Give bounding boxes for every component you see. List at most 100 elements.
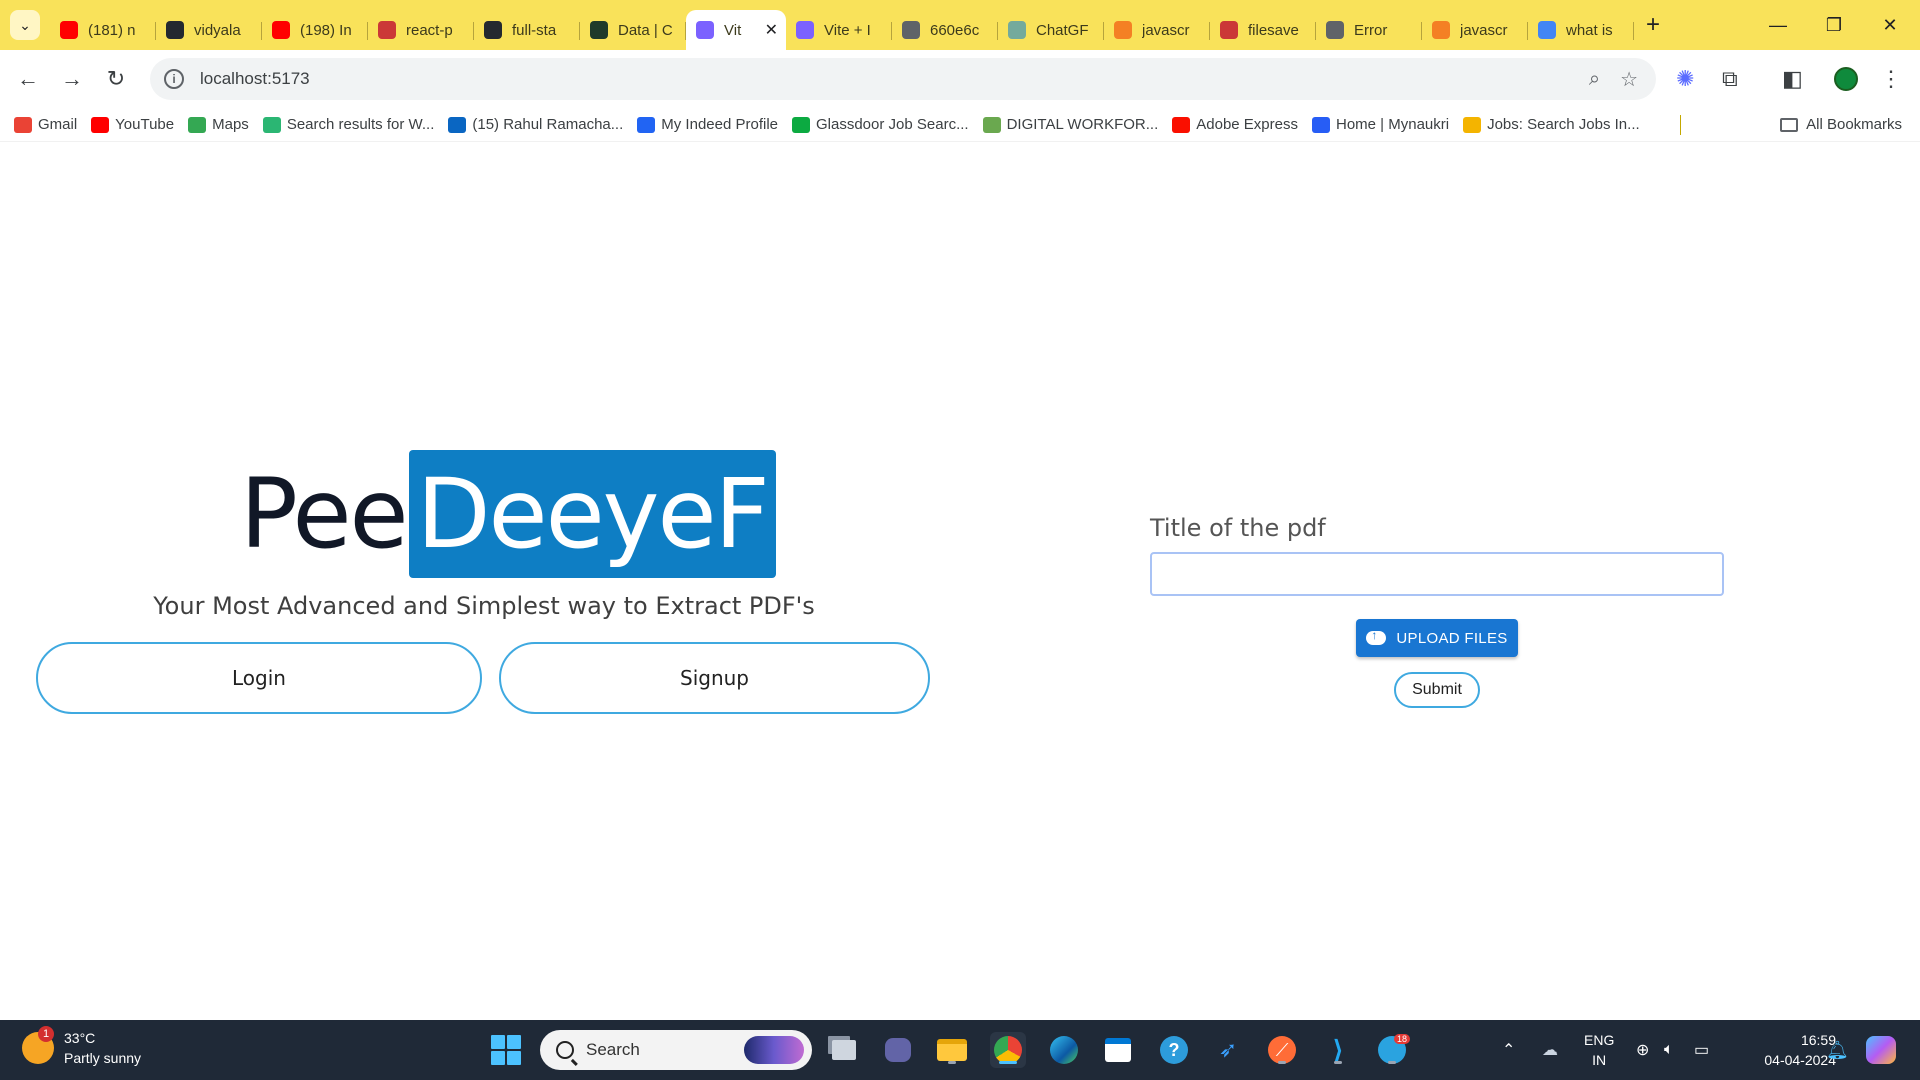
- reload-icon[interactable]: ↻: [94, 57, 138, 101]
- tab[interactable]: full-sta: [474, 10, 580, 50]
- weather-widget[interactable]: 1 33°C Partly sunny: [22, 1026, 141, 1068]
- site-info-icon[interactable]: i: [164, 69, 184, 89]
- edge-icon[interactable]: [1046, 1032, 1082, 1068]
- pdf-title-input[interactable]: [1150, 552, 1724, 596]
- browser-toolbar: ← → ↻ i localhost:5173 ⌕ ☆ ✺ ⧉ ◧ ⋮: [0, 50, 1920, 108]
- tab-label: Vit: [724, 21, 742, 39]
- submit-button[interactable]: Submit: [1394, 672, 1480, 708]
- weather-badge: 1: [38, 1026, 54, 1042]
- bookmark-item[interactable]: Adobe Express: [1172, 116, 1298, 133]
- taskbar-search-placeholder: Search: [586, 1040, 640, 1059]
- tab[interactable]: (198) In: [262, 10, 368, 50]
- forward-icon[interactable]: →: [50, 57, 94, 101]
- back-icon[interactable]: ←: [6, 57, 50, 101]
- stackoverflow-icon: [1432, 21, 1450, 39]
- restore-icon[interactable]: ❐: [1806, 0, 1862, 50]
- tab-close-icon[interactable]: ✕: [765, 20, 778, 40]
- tab[interactable]: javascr: [1422, 10, 1528, 50]
- signup-button[interactable]: Signup: [499, 642, 930, 714]
- tab[interactable]: ChatGF: [998, 10, 1104, 50]
- show-hidden-icons-chevron[interactable]: ⌃: [1502, 1020, 1515, 1080]
- copilot-icon[interactable]: [1866, 1020, 1896, 1080]
- all-bookmarks[interactable]: All Bookmarks: [1780, 116, 1902, 133]
- tab[interactable]: vidyala: [156, 10, 262, 50]
- bookmark-label: DIGITAL WORKFOR...: [1006, 116, 1159, 133]
- tab-label: 660e6c: [930, 21, 980, 39]
- onedrive-icon[interactable]: ☁: [1542, 1020, 1558, 1080]
- minimize-icon[interactable]: —: [1750, 0, 1806, 50]
- tab[interactable]: Data | C: [580, 10, 686, 50]
- tab[interactable]: react-p: [368, 10, 474, 50]
- bookmark-label: Home | Mynaukri: [1335, 116, 1450, 133]
- help-icon[interactable]: ?: [1156, 1032, 1192, 1068]
- close-window-icon[interactable]: ✕: [1862, 0, 1918, 50]
- tab[interactable]: what is: [1528, 10, 1634, 50]
- telegram-icon[interactable]: 18: [1374, 1032, 1410, 1068]
- lang-region: IN: [1592, 1052, 1607, 1068]
- upload-files-button[interactable]: UPLOAD FILES: [1356, 619, 1518, 657]
- running-indicator: [1334, 1061, 1342, 1064]
- tab-label: Data | C: [618, 21, 673, 39]
- teams-chat-icon[interactable]: [880, 1032, 916, 1068]
- tab[interactable]: Error: [1316, 10, 1422, 50]
- adobe-icon: [1172, 116, 1191, 133]
- postman-icon[interactable]: ⟋: [1264, 1032, 1300, 1068]
- bookmark-item[interactable]: Maps: [188, 116, 249, 133]
- tab[interactable]: Vite + I: [786, 10, 892, 50]
- windows-logo-icon: [491, 1035, 521, 1065]
- file-explorer-icon[interactable]: [934, 1032, 970, 1068]
- bookmark-item[interactable]: DIGITAL WORKFOR...: [982, 116, 1159, 133]
- extension-icon[interactable]: ✺: [1676, 58, 1694, 100]
- task-view-icon[interactable]: [826, 1032, 862, 1068]
- tab-label: ChatGF: [1036, 21, 1089, 39]
- volume-icon[interactable]: 🔈︎: [1664, 1020, 1674, 1080]
- tab-search-dropdown-icon[interactable]: ⌄: [10, 10, 40, 40]
- indeed-icon: [637, 116, 656, 133]
- zoom-icon[interactable]: ⌕: [1589, 68, 1600, 91]
- running-indicator: [1388, 1061, 1396, 1064]
- chrome-menu-icon[interactable]: ⋮: [1880, 58, 1902, 100]
- address-bar[interactable]: i localhost:5173 ⌕ ☆: [150, 58, 1656, 100]
- running-indicator: [1278, 1061, 1286, 1064]
- new-tab-button[interactable]: +: [1646, 11, 1660, 39]
- temperature: 33°C: [64, 1030, 96, 1046]
- taskbar-search[interactable]: Search: [540, 1030, 812, 1070]
- bookmark-star-icon[interactable]: ☆: [1620, 67, 1638, 92]
- tab-active[interactable]: Vit ✕: [686, 10, 786, 50]
- tab[interactable]: filesave: [1210, 10, 1316, 50]
- all-bookmarks-label: All Bookmarks: [1806, 116, 1902, 133]
- bookmark-item[interactable]: Gmail: [14, 116, 77, 133]
- bookmark-icon: [262, 116, 281, 133]
- bookmark-item[interactable]: YouTube: [91, 116, 174, 133]
- bookmark-item[interactable]: Search results for W...: [262, 116, 434, 133]
- vscode-icon[interactable]: ⟩: [1320, 1032, 1356, 1068]
- app-logo: Pee DeeyeF: [240, 450, 776, 578]
- extensions-puzzle-icon[interactable]: ⧉: [1722, 58, 1738, 100]
- bookmark-item[interactable]: (15) Rahul Ramacha...: [448, 116, 623, 133]
- gmail-icon: [14, 116, 32, 133]
- bookmark-item[interactable]: Jobs: Search Jobs In...: [1463, 116, 1640, 133]
- chrome-taskbar-icon[interactable]: [990, 1032, 1026, 1068]
- notification-bell-icon[interactable]: 🔔︎: [1826, 1020, 1849, 1080]
- npm-icon: [378, 21, 396, 39]
- maps-icon: [188, 116, 207, 133]
- bookmark-item[interactable]: My Indeed Profile: [637, 116, 778, 133]
- bookmark-item[interactable]: Glassdoor Job Searc...: [792, 116, 969, 133]
- google-icon: [1538, 21, 1556, 39]
- login-button[interactable]: Login: [36, 642, 482, 714]
- profile-avatar[interactable]: [1834, 58, 1858, 100]
- bookmark-item[interactable]: Home | Mynaukri: [1311, 116, 1450, 133]
- tab[interactable]: javascr: [1104, 10, 1210, 50]
- language-indicator[interactable]: ENG IN: [1584, 1030, 1614, 1070]
- tab[interactable]: 660e6c: [892, 10, 998, 50]
- tab-label: Error: [1354, 21, 1388, 39]
- address-url[interactable]: localhost:5173: [200, 69, 310, 89]
- microsoft-store-icon[interactable]: [1100, 1032, 1136, 1068]
- network-icon[interactable]: ⊕: [1636, 1020, 1649, 1080]
- side-panel-icon[interactable]: ◧: [1782, 58, 1803, 100]
- bird-app-icon[interactable]: ➶: [1210, 1032, 1246, 1068]
- tab[interactable]: (181) n: [50, 10, 156, 50]
- battery-icon[interactable]: ▭: [1694, 1020, 1709, 1080]
- mynaukri-icon: [1311, 116, 1330, 133]
- start-button[interactable]: [488, 1032, 524, 1068]
